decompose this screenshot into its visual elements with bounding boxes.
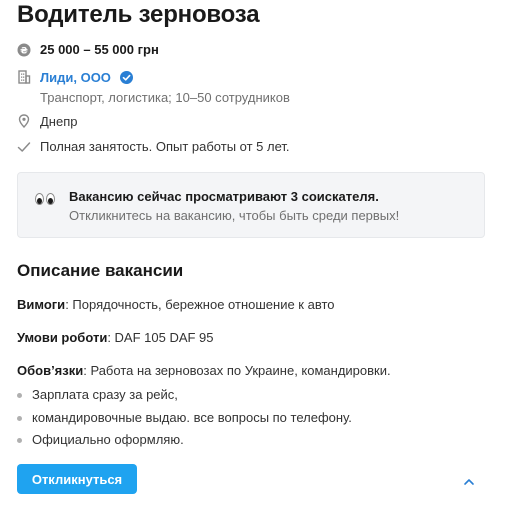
- description-heading: Описание вакансии: [17, 261, 184, 280]
- list-item: Зарплата сразу за рейс,: [17, 386, 178, 404]
- viewers-banner: Вакансию сейчас просматривают 3 соискате…: [17, 172, 485, 238]
- conditions-label: Умови роботи: [17, 330, 108, 345]
- conditions-text: : DAF 105 DAF 95: [107, 330, 214, 345]
- currency-coin-icon: ₴: [17, 43, 31, 57]
- chevron-up-icon[interactable]: [463, 474, 475, 485]
- company-row: Лиди, ООО Транспорт, логистика; 10–50 со…: [17, 69, 290, 107]
- eyes-icon: [35, 193, 55, 205]
- banner-title: Вакансию сейчас просматривают 3 соискате…: [69, 189, 379, 204]
- list-item-text: Официально оформляю.: [32, 432, 184, 447]
- list-item-text: командировочные выдаю. все вопросы по те…: [32, 410, 352, 425]
- requirements-paragraph: Вимоги: Порядочность, бережное отношение…: [17, 296, 335, 314]
- conditions-paragraph: Умови роботи: DAF 105 DAF 95: [17, 329, 214, 347]
- duties-label: Обов’язки: [17, 363, 84, 378]
- duties-text: : Работа на зерновозах по Украине, коман…: [83, 363, 391, 378]
- building-icon: [17, 70, 31, 84]
- employment-row: Полная занятость. Опыт работы от 5 лет.: [17, 138, 290, 156]
- list-item-text: Зарплата сразу за рейс,: [32, 387, 178, 402]
- banner-subtitle: Откликнитесь на вакансию, чтобы быть сре…: [69, 208, 400, 223]
- svg-text:₴: ₴: [20, 47, 28, 57]
- location-pin-icon: [17, 114, 31, 128]
- company-link[interactable]: Лиди, ООО: [40, 70, 111, 85]
- vacancy-title: Водитель зерновоза: [17, 1, 260, 28]
- list-item: Официально оформляю.: [17, 431, 184, 449]
- duties-paragraph: Обов’язки: Работа на зерновозах по Украи…: [17, 362, 391, 380]
- list-item: командировочные выдаю. все вопросы по те…: [17, 409, 352, 427]
- employment-text: Полная занятость. Опыт работы от 5 лет.: [40, 139, 290, 154]
- location-row: Днепр: [17, 113, 77, 131]
- city: Днепр: [40, 114, 78, 129]
- checkmark-icon: [17, 140, 31, 154]
- salary-row: ₴ 25 000 – 55 000 грн: [17, 41, 159, 59]
- apply-button[interactable]: Откликнуться: [17, 464, 137, 494]
- requirements-text: : Порядочность, бережное отношение к авт…: [65, 297, 335, 312]
- requirements-label: Вимоги: [17, 297, 66, 312]
- salary-value: 25 000 – 55 000 грн: [40, 42, 159, 57]
- verified-check-icon: [120, 71, 134, 84]
- company-info: Транспорт, логистика; 10–50 сотрудников: [40, 90, 290, 105]
